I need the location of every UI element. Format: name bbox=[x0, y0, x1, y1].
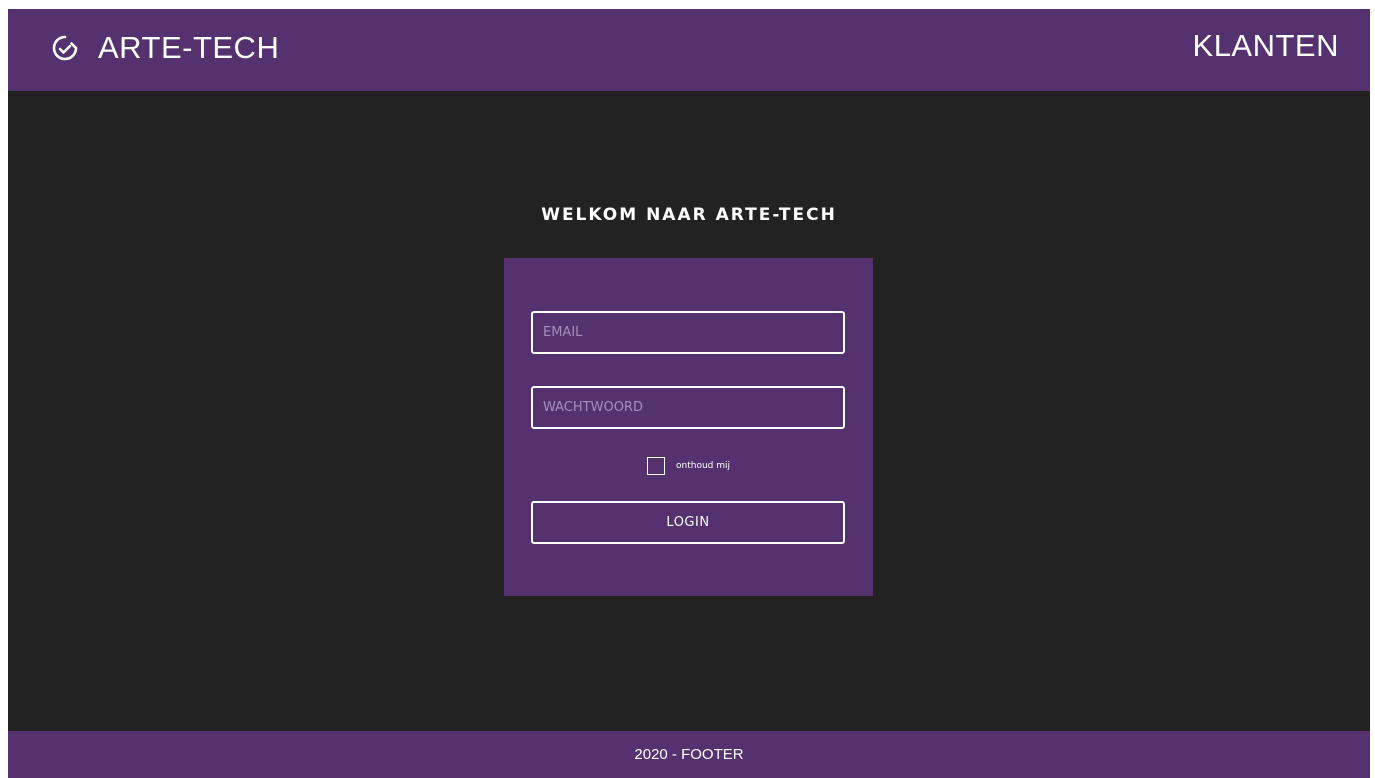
footer-text: 2020 - FOOTER bbox=[634, 746, 744, 763]
main-content: WELKOM NAAR ARTE-TECH onthoud mij LOGIN bbox=[8, 91, 1370, 731]
brand-name: ARTE-TECH bbox=[98, 30, 280, 65]
remember-label: onthoud mij bbox=[676, 461, 730, 471]
page-frame: ARTE-TECH KLANTEN WELKOM NAAR ARTE-TECH … bbox=[8, 9, 1370, 778]
nav-link-klanten[interactable]: KLANTEN bbox=[1193, 28, 1339, 64]
logo-icon bbox=[52, 35, 78, 61]
welcome-title: WELKOM NAAR ARTE-TECH bbox=[541, 205, 837, 225]
remember-checkbox[interactable] bbox=[647, 457, 665, 475]
login-card: onthoud mij LOGIN bbox=[504, 258, 873, 596]
password-field[interactable] bbox=[531, 386, 845, 429]
email-field[interactable] bbox=[531, 311, 845, 354]
brand[interactable]: ARTE-TECH bbox=[51, 28, 279, 68]
footer: 2020 - FOOTER bbox=[8, 731, 1370, 778]
login-button[interactable]: LOGIN bbox=[531, 501, 845, 544]
top-bar: ARTE-TECH KLANTEN bbox=[8, 9, 1370, 91]
remember-me: onthoud mij bbox=[504, 457, 873, 475]
